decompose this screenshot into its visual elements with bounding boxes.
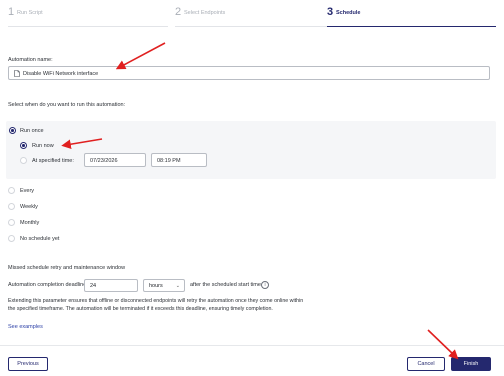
time-input[interactable]: 08:19 PM bbox=[151, 153, 207, 167]
monthly-radio[interactable] bbox=[8, 219, 15, 226]
step-label: Select Endpoints bbox=[184, 10, 226, 16]
see-examples-link[interactable]: See examples bbox=[8, 324, 43, 330]
deadline-unit-select[interactable]: hours ⌄ bbox=[143, 279, 185, 292]
step-schedule[interactable]: 3 Schedule bbox=[327, 5, 496, 29]
step-run-script[interactable]: 1 Run Script bbox=[8, 5, 168, 29]
after-start-text: after the scheduled start time bbox=[190, 282, 261, 288]
info-icon[interactable]: i bbox=[261, 281, 269, 289]
at-specified-time-label: At specified time: bbox=[32, 158, 74, 164]
footer-divider bbox=[0, 345, 504, 346]
schedule-question: Select when do you want to run this auto… bbox=[8, 102, 126, 108]
cancel-button[interactable]: Cancel bbox=[407, 357, 445, 371]
arrow-to-automation-name bbox=[115, 42, 166, 70]
previous-button[interactable]: Previous bbox=[8, 357, 48, 371]
step-number: 2 bbox=[175, 6, 182, 18]
run-once-label: Run once bbox=[20, 128, 44, 134]
run-once-radio[interactable] bbox=[9, 127, 16, 134]
no-schedule-label: No schedule yet bbox=[20, 236, 60, 242]
monthly-label: Monthly bbox=[20, 220, 40, 226]
step-progress-bar bbox=[175, 26, 328, 27]
finish-button[interactable]: Finish bbox=[451, 357, 491, 371]
date-value: 07/23/2026 bbox=[90, 157, 118, 164]
automation-name-value: Disable WiFi Network interface bbox=[23, 70, 99, 77]
document-icon bbox=[14, 70, 20, 77]
step-label: Schedule bbox=[336, 10, 361, 16]
deadline-value: 24 bbox=[90, 283, 97, 289]
at-specified-time-radio[interactable] bbox=[20, 157, 27, 164]
deadline-description: Extending this parameter ensures that of… bbox=[8, 298, 304, 312]
every-radio[interactable] bbox=[8, 187, 15, 194]
run-once-panel bbox=[6, 121, 496, 179]
chevron-down-icon: ⌄ bbox=[175, 283, 180, 289]
no-schedule-radio[interactable] bbox=[8, 235, 15, 242]
arrow-to-finish bbox=[427, 329, 459, 360]
run-now-label: Run now bbox=[32, 143, 54, 149]
deadline-label: Automation completion deadline: bbox=[8, 282, 88, 288]
step-progress-bar bbox=[327, 25, 496, 27]
step-select-endpoints[interactable]: 2 Select Endpoints bbox=[175, 5, 328, 29]
step-number: 1 bbox=[8, 6, 15, 18]
run-now-radio[interactable] bbox=[20, 142, 27, 149]
deadline-unit-value: hours bbox=[149, 283, 163, 289]
time-value: 08:19 PM bbox=[157, 157, 181, 164]
step-progress-bar bbox=[8, 26, 168, 27]
weekly-label: Weekly bbox=[20, 204, 38, 210]
stepper: 1 Run Script 2 Select Endpoints 3 Schedu… bbox=[8, 5, 496, 29]
step-number: 3 bbox=[327, 6, 334, 18]
date-input[interactable]: 07/23/2026 bbox=[84, 153, 146, 167]
deadline-input[interactable]: 24 bbox=[84, 279, 138, 292]
automation-name-input[interactable]: Disable WiFi Network interface bbox=[8, 66, 490, 80]
every-label: Every bbox=[20, 188, 35, 194]
weekly-radio[interactable] bbox=[8, 203, 15, 210]
retry-heading: Missed schedule retry and maintenance wi… bbox=[8, 265, 126, 271]
step-label: Run Script bbox=[17, 10, 43, 16]
annotation-arrows bbox=[61, 42, 459, 360]
automation-name-label: Automation name: bbox=[8, 57, 53, 63]
